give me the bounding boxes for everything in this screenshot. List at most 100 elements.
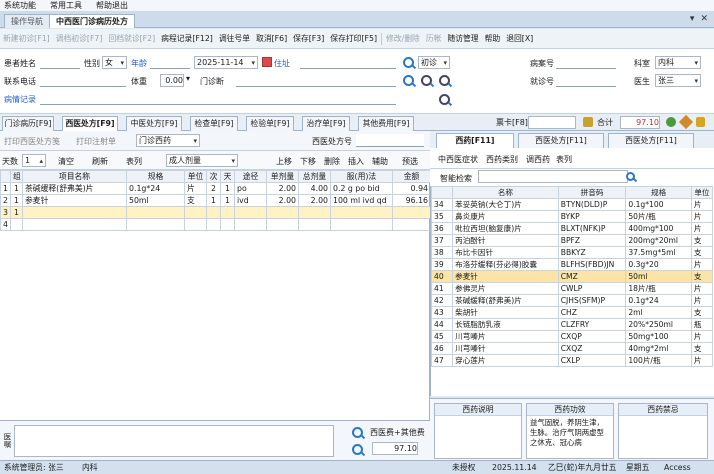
drug-row[interactable]: 39 布洛芬缓释(芬必得)胶囊 BLFHS(FBD)JN 0.3g*20 片 [430, 258, 714, 271]
drug-cell[interactable]: 川芎嗪片 [452, 330, 559, 343]
table-cell[interactable] [266, 218, 299, 231]
print-rx-button[interactable]: 打印西医处方笺 [4, 136, 60, 147]
drug-cell[interactable]: 片 [690, 354, 714, 367]
table-cell[interactable] [330, 206, 393, 219]
drug-cell[interactable]: 布比卡因针 [452, 246, 559, 259]
table-cell[interactable]: 1 [206, 194, 221, 207]
clear-button[interactable]: 清空 [58, 156, 74, 167]
case-no-field[interactable] [556, 56, 616, 69]
col-unit[interactable]: 单位 [184, 170, 207, 183]
gender-select[interactable]: 女 ▾ [102, 56, 127, 69]
col-single-dose[interactable]: 单剂量 [266, 170, 299, 183]
table-cell[interactable]: 2.00 [298, 194, 331, 207]
table-cell[interactable]: 1 [10, 194, 23, 207]
col-spec[interactable]: 规格 [126, 170, 185, 183]
table-cell[interactable]: 支 [184, 194, 207, 207]
visit-no-field[interactable] [556, 74, 616, 87]
table-cell[interactable] [234, 218, 267, 231]
call-number-button[interactable]: 调往号单 [216, 29, 253, 49]
table-cell[interactable]: 1 [10, 206, 23, 219]
drug-row[interactable]: 45 川芎嗪片 CXQP 50mg*100 片 [430, 330, 714, 343]
calendar-icon[interactable] [262, 57, 272, 67]
table-cell[interactable] [126, 218, 185, 231]
refresh-button[interactable]: 刷新 [92, 156, 108, 167]
table-row[interactable]: 2 1 参麦针 50ml 支 1 1 ivd 2.00 2.00 100 ml ivd qd 96.1… [0, 194, 431, 207]
date-picker[interactable]: 2025-11-14 ▾ [194, 56, 258, 69]
col-total-dose[interactable]: 总剂量 [298, 170, 331, 183]
drug-cell[interactable]: 参佛灵片 [452, 282, 559, 295]
drug-cell[interactable]: BPFZ [557, 234, 627, 247]
drug-cell[interactable]: CMZ [557, 270, 627, 283]
record-field[interactable] [40, 92, 396, 105]
table-cell[interactable]: po [234, 182, 267, 195]
table-cell[interactable]: 2.00 [266, 194, 299, 207]
help-button[interactable]: 帮助 [482, 29, 504, 49]
drug-cell[interactable]: 片 [690, 222, 714, 235]
diagnosis-history-icon[interactable] [439, 75, 450, 86]
table-cell[interactable] [10, 218, 23, 231]
drug-cell[interactable]: BLXT(NFK)P [557, 222, 627, 235]
dropdown-icon[interactable]: ▾ [690, 14, 695, 24]
preset-button[interactable]: 预选 [402, 156, 418, 167]
drug-cell[interactable]: 20%*250ml [625, 318, 692, 331]
drug-cell[interactable]: 0.3g*20 [625, 258, 692, 271]
settings-icon[interactable] [666, 117, 676, 127]
col-usage[interactable]: 服(用)法 [330, 170, 393, 183]
table-cell[interactable]: 0.1g*24 [126, 182, 185, 195]
table-cell[interactable] [266, 206, 299, 219]
drug-cell[interactable]: 支 [690, 246, 714, 259]
col-route[interactable]: 途径 [234, 170, 267, 183]
col-group[interactable]: 组 [10, 170, 23, 183]
table-cell[interactable] [184, 206, 207, 219]
drug-cell[interactable]: 支 [690, 342, 714, 355]
drug-cell[interactable]: BTYN(DLD)P [557, 198, 627, 211]
drug-cell[interactable]: 片 [690, 210, 714, 223]
drug-cell[interactable]: CHZ [557, 306, 627, 319]
new-visit-button[interactable]: 新建初诊[F1] [0, 29, 53, 49]
diagnosis-lookup-icon[interactable] [421, 75, 432, 86]
close-icon[interactable]: ✕ [700, 14, 708, 24]
table-cell[interactable] [330, 218, 393, 231]
load-file-button[interactable]: 调档初诊[F7] [53, 29, 106, 49]
save-button[interactable]: 保存[F3] [290, 29, 327, 49]
drug-cell[interactable]: BLFHS(FBD)JN [557, 258, 627, 271]
dept-select[interactable]: 内科 ▾ [655, 56, 701, 69]
col-pinyin[interactable]: 拼音码 [557, 186, 627, 199]
padlock-icon[interactable] [696, 117, 705, 127]
drug-cell[interactable]: 片 [690, 258, 714, 271]
search-icon[interactable] [626, 172, 635, 181]
phone-field[interactable] [40, 74, 126, 87]
drug-cell[interactable]: 片 [690, 330, 714, 343]
drug-cell[interactable]: 50ml [625, 270, 692, 283]
tab-western-rx[interactable]: 西医处方[F9] [62, 116, 118, 131]
cancel-button[interactable]: 取消[F6] [253, 29, 290, 49]
drug-cell[interactable]: 苯妥英钠(大仑丁)片 [452, 198, 559, 211]
subtab-columns[interactable]: 表列 [556, 154, 572, 165]
drug-row[interactable]: 34 苯妥英钠(大仑丁)片 BTYN(DLD)P 0.1g*100 片 [430, 198, 714, 211]
progress-note-button[interactable]: 病程记录[F12] [158, 29, 216, 49]
insert-row-button[interactable]: 插入 [348, 156, 364, 167]
table-cell[interactable]: ivd [234, 194, 267, 207]
drug-cell[interactable]: 川芎嗪针 [452, 342, 559, 355]
history-button[interactable]: 历帐 [423, 29, 445, 49]
drug-cell[interactable]: 支 [690, 306, 714, 319]
edit-delete-button[interactable]: 修改/删除 [383, 29, 423, 49]
drug-row[interactable]: 42 茶碱缓释(舒弗美)片 CJHS(SFM)P 0.1g*24 片 [430, 294, 714, 307]
table-cell[interactable]: 96.16 [392, 194, 431, 207]
col-unit[interactable]: 单位 [690, 186, 714, 199]
tab-western-drugs[interactable]: 西药[F11] [436, 133, 514, 148]
table-cell[interactable] [234, 206, 267, 219]
menu-help[interactable]: 帮助退出 [96, 0, 128, 11]
drug-cell[interactable]: 40mg*2ml [625, 342, 692, 355]
table-row[interactable]: 4 [0, 218, 431, 231]
drug-row[interactable]: 43 柴胡针 CHZ 2ml 支 [430, 306, 714, 319]
drug-cell[interactable]: 37.5mg*5ml [625, 246, 692, 259]
subtab-symptoms[interactable]: 中西医症状 [438, 154, 478, 165]
tab-lab[interactable]: 检验单[F9] [246, 116, 294, 131]
table-cell[interactable]: 1 [10, 182, 23, 195]
weight-field[interactable]: 0.00 [160, 74, 184, 87]
table-cell[interactable] [392, 218, 431, 231]
ticket-field[interactable] [528, 116, 576, 129]
drug-row[interactable]: 47 穿心莲片 CXLP 100片/瓶片 [430, 354, 714, 367]
drug-row[interactable]: 41 参佛灵片 CWLP 18片/瓶片 [430, 282, 714, 295]
